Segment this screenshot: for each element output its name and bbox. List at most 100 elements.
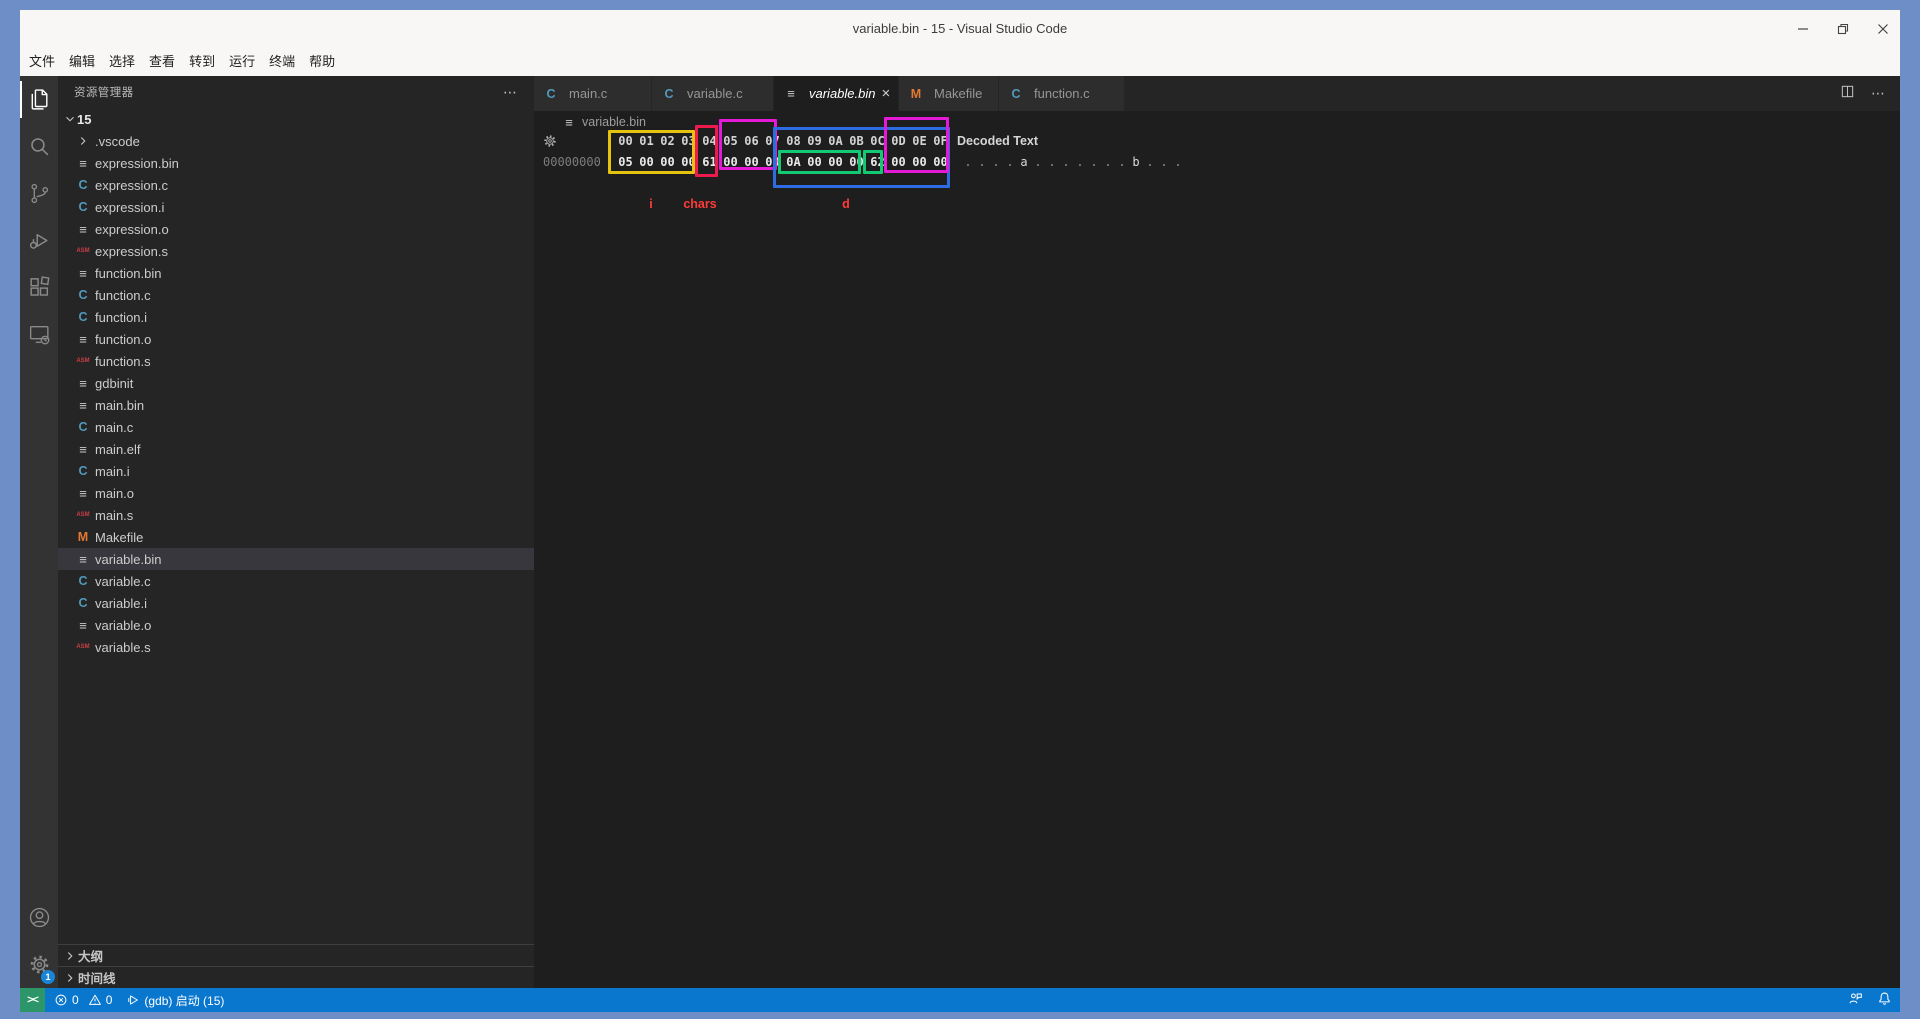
menu-item-6[interactable]: 终端 xyxy=(262,47,302,76)
file-item-expression.c[interactable]: Cexpression.c xyxy=(58,174,534,196)
menu-item-3[interactable]: 查看 xyxy=(142,47,182,76)
breadcrumb-file: variable.bin xyxy=(582,115,646,129)
decoded-char-0-7[interactable]: . xyxy=(1059,155,1073,170)
decoded-char-0-1[interactable]: . xyxy=(975,155,989,170)
decoded-char-0-14[interactable]: . xyxy=(1157,155,1171,170)
decoded-char-0-15[interactable]: . xyxy=(1171,155,1185,170)
c-file-icon: C xyxy=(76,178,90,192)
activity-remote-explorer-icon[interactable] xyxy=(20,311,58,358)
menu-item-4[interactable]: 转到 xyxy=(182,47,222,76)
activity-explorer-icon[interactable] xyxy=(20,76,58,123)
file-item-function.s[interactable]: ASMfunction.s xyxy=(58,350,534,372)
file-item-main.c[interactable]: Cmain.c xyxy=(58,416,534,438)
file-item-function.i[interactable]: Cfunction.i xyxy=(58,306,534,328)
file-item-Makefile[interactable]: MMakefile xyxy=(58,526,534,548)
decoded-char-0-0[interactable]: . xyxy=(961,155,975,170)
menu-item-0[interactable]: 文件 xyxy=(22,47,62,76)
activity-extensions-icon[interactable] xyxy=(20,264,58,311)
binary-file-icon: ≡ xyxy=(76,552,90,567)
decoded-char-0-3[interactable]: . xyxy=(1003,155,1017,170)
file-label: expression.bin xyxy=(95,156,179,171)
notifications-bell-icon[interactable] xyxy=(1877,991,1892,1009)
tab-bar: Cmain.cCvariable.c≡variable.bin×MMakefil… xyxy=(534,76,1900,111)
c-file-icon: C xyxy=(76,420,90,434)
split-editor-button[interactable] xyxy=(1840,84,1855,104)
file-item-expression.bin[interactable]: ≡expression.bin xyxy=(58,152,534,174)
binary-file-icon: ≡ xyxy=(76,486,90,501)
tab-variable.bin[interactable]: ≡variable.bin× xyxy=(774,76,899,111)
asm-file-icon: ASM xyxy=(76,644,90,650)
decoded-char-0-5[interactable]: . xyxy=(1031,155,1045,170)
sidebar-section-0[interactable]: 大纲 xyxy=(58,944,534,966)
c-file-icon: C xyxy=(76,464,90,478)
activity-source-control-icon[interactable] xyxy=(20,170,58,217)
file-item-variable.c[interactable]: Cvariable.c xyxy=(58,570,534,592)
file-item-function.o[interactable]: ≡function.o xyxy=(58,328,534,350)
hex-editor: 000102030405060708090A0B0C0D0E0FDecoded … xyxy=(534,133,1900,988)
decoded-char-0-10[interactable]: . xyxy=(1101,155,1115,170)
minimize-button[interactable] xyxy=(1796,22,1810,36)
file-item-expression.o[interactable]: ≡expression.o xyxy=(58,218,534,240)
debug-status[interactable]: (gdb) 启动 (15) xyxy=(126,992,224,1009)
activity-search-icon[interactable] xyxy=(20,123,58,170)
binary-file-icon: ≡ xyxy=(76,266,90,281)
file-item-main.o[interactable]: ≡ main.o xyxy=(58,482,534,504)
file-item-function.bin[interactable]: ≡function.bin xyxy=(58,262,534,284)
menu-item-5[interactable]: 运行 xyxy=(222,47,262,76)
tab-function.c[interactable]: Cfunction.c xyxy=(999,76,1125,111)
decoded-char-0-11[interactable]: . xyxy=(1115,155,1129,170)
file-item-function.c[interactable]: Cfunction.c xyxy=(58,284,534,306)
activity-account-icon[interactable] xyxy=(20,894,58,941)
file-label: expression.s xyxy=(95,244,168,259)
decoded-char-0-13[interactable]: . xyxy=(1143,155,1157,170)
file-item-expression.s[interactable]: ASMexpression.s xyxy=(58,240,534,262)
file-item-main.elf[interactable]: ≡main.elf xyxy=(58,438,534,460)
menu-item-2[interactable]: 选择 xyxy=(102,47,142,76)
file-item-variable.i[interactable]: Cvariable.i xyxy=(58,592,534,614)
tab-close-icon[interactable]: × xyxy=(882,86,891,101)
hex-address: 00000000 xyxy=(543,155,601,170)
hex-settings-gear-icon[interactable] xyxy=(542,133,558,154)
feedback-icon[interactable] xyxy=(1848,991,1863,1009)
decoded-char-0-9[interactable]: . xyxy=(1087,155,1101,170)
tab-Makefile[interactable]: MMakefile xyxy=(899,76,999,111)
warning-count: 0 xyxy=(106,993,113,1007)
menu-item-7[interactable]: 帮助 xyxy=(302,47,342,76)
sidebar-more-actions-button[interactable]: ⋯ xyxy=(503,84,518,101)
file-item-gdbinit[interactable]: ≡gdbinit xyxy=(58,372,534,394)
close-button[interactable] xyxy=(1876,22,1890,36)
decoded-char-0-4[interactable]: a xyxy=(1017,155,1031,170)
sidebar-section-1[interactable]: 时间线 xyxy=(58,966,534,988)
c-file-icon: C xyxy=(76,288,90,302)
tab-main.c[interactable]: Cmain.c xyxy=(534,76,652,111)
file-item-main.i[interactable]: Cmain.i xyxy=(58,460,534,482)
file-item-variable.o[interactable]: ≡variable.o xyxy=(58,614,534,636)
file-item-main.s[interactable]: ASMmain.s xyxy=(58,504,534,526)
decoded-char-0-12[interactable]: b xyxy=(1129,155,1143,170)
editor-more-actions-button[interactable]: ⋯ xyxy=(1871,85,1886,102)
tree-root-folder[interactable]: 15 xyxy=(58,108,534,130)
file-item-variable.s[interactable]: ASMvariable.s xyxy=(58,636,534,658)
file-item-.vscode[interactable]: .vscode xyxy=(58,130,534,152)
problems-indicator[interactable]: 0 0 xyxy=(54,993,112,1007)
file-item-expression.i[interactable]: Cexpression.i xyxy=(58,196,534,218)
activity-bar: 1 xyxy=(20,76,58,988)
decoded-char-0-8[interactable]: . xyxy=(1073,155,1087,170)
menu-item-1[interactable]: 编辑 xyxy=(62,47,102,76)
remote-indicator[interactable]: >< xyxy=(20,988,45,1012)
error-count: 0 xyxy=(72,993,79,1007)
file-item-main.bin[interactable]: ≡main.bin xyxy=(58,394,534,416)
file-item-variable.bin[interactable]: ≡ variable.bin xyxy=(58,548,534,570)
activity-settings-icon[interactable]: 1 xyxy=(20,941,58,988)
file-label: main.o xyxy=(95,486,134,501)
restore-button[interactable] xyxy=(1836,22,1850,36)
file-label: variable.bin xyxy=(95,552,162,567)
decoded-char-0-6[interactable]: . xyxy=(1045,155,1059,170)
activity-run-debug-icon[interactable] xyxy=(20,217,58,264)
tab-variable.c[interactable]: Cvariable.c xyxy=(652,76,774,111)
c-file-icon: C xyxy=(544,87,558,101)
file-label: main.elf xyxy=(95,442,141,457)
decoded-char-0-2[interactable]: . xyxy=(989,155,1003,170)
file-label: function.c xyxy=(95,288,151,303)
annotation-label-d: d xyxy=(842,197,850,211)
